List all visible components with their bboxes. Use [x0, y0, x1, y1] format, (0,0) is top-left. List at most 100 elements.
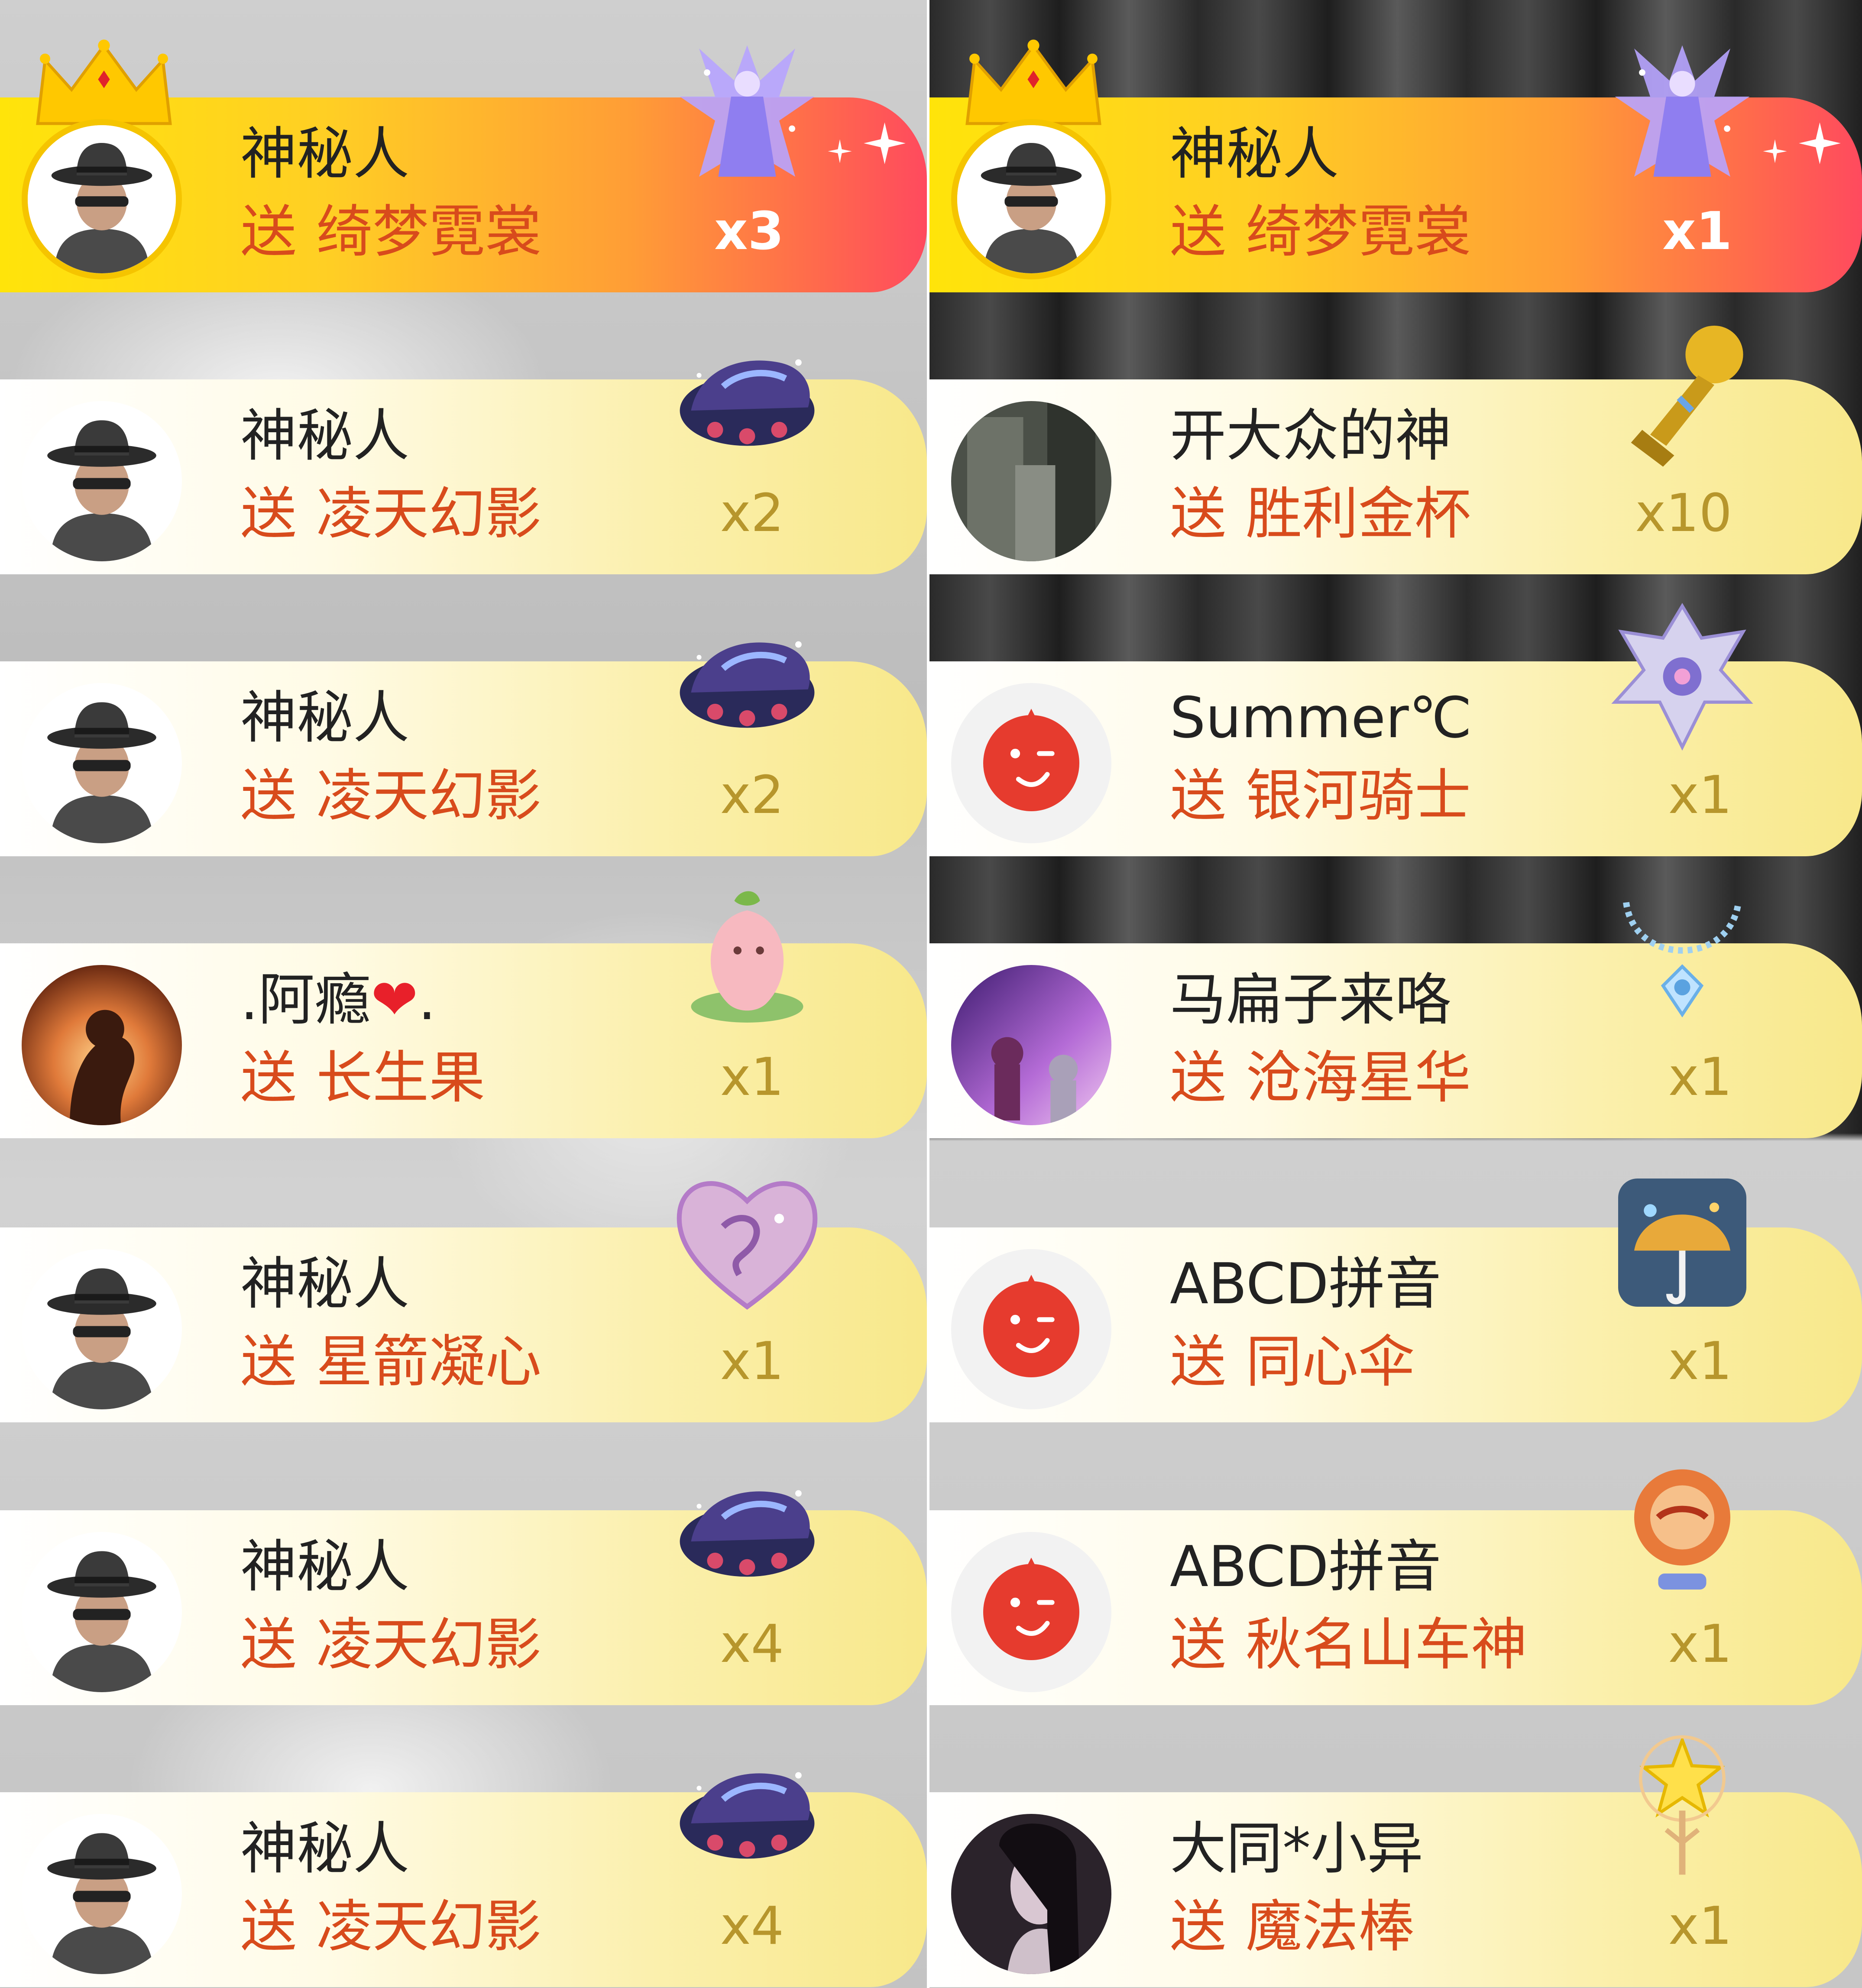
gift-message-row[interactable]: Summer℃ 送银河骑士 x1 — [929, 661, 1862, 856]
sender-name[interactable]: 神秘人 — [240, 1251, 409, 1316]
gift-name: 凌天幻影 — [316, 1612, 542, 1677]
sender-name[interactable]: 马扁子来咯 — [1170, 967, 1451, 1032]
gift-count: x1 — [1668, 1331, 1732, 1392]
sender-name-text: 神秘人 — [240, 1251, 410, 1317]
gift-line: 送同心伞 — [1170, 1329, 1415, 1394]
mystery-avatar[interactable] — [951, 119, 1111, 279]
gift-name: 长生果 — [316, 1045, 486, 1111]
gift-message-row[interactable]: 开大众的神送胜利金杯 x10 — [929, 379, 1862, 574]
send-label: 送 — [240, 481, 297, 547]
red-wink-face-avatar[interactable] — [951, 1249, 1111, 1409]
gift-count: x10 — [1635, 483, 1732, 544]
sender-name[interactable]: 神秘人 — [240, 403, 409, 468]
gift-count: x1 — [1668, 765, 1732, 826]
sender-name[interactable]: 开大众的神 — [1170, 403, 1451, 468]
gift-line: 送凌天幻影 — [240, 1612, 541, 1677]
gift-name: 凌天幻影 — [316, 763, 542, 829]
gift-name: 绮梦霓裳 — [1246, 199, 1471, 265]
send-label: 送 — [240, 763, 297, 829]
mystery-avatar[interactable] — [22, 401, 182, 561]
sender-name[interactable]: 神秘人 — [240, 1534, 409, 1599]
sender-name-text: 神秘人 — [240, 685, 410, 751]
gift-line: 送绮梦霓裳 — [1170, 199, 1471, 264]
mystery-avatar[interactable] — [22, 1814, 182, 1974]
sunset-photo-avatar[interactable] — [22, 965, 182, 1125]
purple-scene-avatar[interactable] — [951, 965, 1111, 1125]
sender-name-text: 神秘人 — [240, 121, 410, 187]
gift-feed-right-column: 神秘人送绮梦霓裳 x1 开大众的神送胜利金杯 x10 Summer℃ 送银河骑士 x1 马扁子… — [929, 0, 1862, 1988]
sender-name-text: 神秘人 — [240, 1534, 410, 1599]
mystery-avatar[interactable] — [22, 1249, 182, 1409]
sender-name-text: 开大众的神 — [1170, 403, 1452, 469]
gift-line: 送长生果 — [240, 1045, 485, 1110]
sender-name[interactable]: 大同*小异 — [1170, 1816, 1423, 1881]
gift-message-row[interactable]: ABCD拼音送同心伞 x1 — [929, 1227, 1862, 1422]
send-label: 送 — [1170, 1612, 1227, 1677]
gift-line: 送银河骑士 — [1170, 763, 1471, 828]
gift-count: x2 — [720, 483, 784, 544]
gift-message-row[interactable]: 神秘人送凌天幻影 x2 — [0, 661, 927, 856]
gift-line: 送星箭凝心 — [240, 1329, 541, 1394]
sender-name[interactable]: 神秘人 — [240, 685, 409, 750]
red-wink-face-avatar[interactable] — [951, 683, 1111, 843]
send-label: 送 — [1170, 199, 1227, 265]
gift-message-row[interactable]: 神秘人送绮梦霓裳 x1 — [929, 97, 1862, 292]
gift-message-row[interactable]: 马扁子来咯送沧海星华 x1 — [929, 943, 1862, 1138]
gift-count: x1 — [1668, 1614, 1732, 1674]
crown-icon — [960, 37, 1107, 128]
mystery-avatar[interactable] — [22, 119, 182, 279]
sender-name[interactable]: Summer℃ — [1170, 685, 1472, 750]
gift-name: 沧海星华 — [1246, 1045, 1471, 1111]
crown-icon — [30, 37, 178, 128]
gift-name: 凌天幻影 — [316, 481, 542, 547]
gift-count: x1 — [720, 1331, 784, 1392]
sender-name[interactable]: 神秘人 — [240, 121, 409, 186]
gift-count: x1 — [720, 1047, 784, 1107]
sender-name-text: ABCD拼音 — [1170, 1534, 1441, 1599]
gift-count: x4 — [720, 1896, 784, 1956]
gift-message-row[interactable]: 大同*小异送魔法棒 x1 — [929, 1792, 1862, 1987]
sender-name[interactable]: 神秘人 — [1170, 121, 1339, 186]
sender-name[interactable]: .阿瘾❤. — [240, 967, 436, 1032]
gift-line: 送凌天幻影 — [240, 1894, 541, 1959]
gift-count: x1 — [1662, 201, 1732, 262]
sports-car-gift-icon — [667, 1445, 827, 1606]
sports-car-gift-icon — [667, 314, 827, 475]
sender-name-text: 神秘人 — [240, 403, 410, 469]
portrait-photo-avatar[interactable] — [951, 1814, 1111, 1974]
mystery-avatar[interactable] — [22, 1532, 182, 1692]
fantasy-dress-gift-icon — [667, 32, 827, 193]
gift-message-row[interactable]: 神秘人送绮梦霓裳 x3 — [0, 97, 927, 292]
racing-badge-gift-icon — [1602, 1445, 1762, 1606]
send-label: 送 — [240, 199, 297, 265]
peach-fruit-gift-icon — [667, 878, 827, 1039]
gift-name: 秋名山车神 — [1246, 1612, 1528, 1677]
gift-message-row[interactable]: ABCD拼音送秋名山车神 x1 — [929, 1510, 1862, 1705]
gift-count: x4 — [720, 1614, 784, 1674]
dark-photo-avatar[interactable] — [951, 401, 1111, 561]
mystery-avatar[interactable] — [22, 683, 182, 843]
send-label: 送 — [1170, 1894, 1227, 1959]
sender-name[interactable]: ABCD拼音 — [1170, 1251, 1441, 1316]
necklace-gift-icon — [1602, 878, 1762, 1039]
gift-count: x1 — [1668, 1896, 1732, 1956]
gift-line: 送胜利金杯 — [1170, 481, 1471, 546]
gift-count: x3 — [714, 201, 784, 262]
crystal-heart-gift-icon — [667, 1162, 827, 1323]
sender-name[interactable]: 神秘人 — [240, 1816, 409, 1881]
sender-name[interactable]: ABCD拼音 — [1170, 1534, 1441, 1599]
gift-message-row[interactable]: .阿瘾❤. 送长生果 x1 — [0, 943, 927, 1138]
gift-line: 送魔法棒 — [1170, 1894, 1415, 1959]
send-label: 送 — [240, 1329, 297, 1395]
gift-message-row[interactable]: 神秘人送凌天幻影 x4 — [0, 1792, 927, 1987]
gift-name: 凌天幻影 — [316, 1894, 542, 1959]
heart-icon: ❤ — [371, 967, 418, 1033]
red-wink-face-avatar[interactable] — [951, 1532, 1111, 1692]
gift-message-row[interactable]: 神秘人送星箭凝心 x1 — [0, 1227, 927, 1422]
sender-name-text: 马扁子来咯 — [1170, 967, 1452, 1033]
sports-car-gift-icon — [667, 596, 827, 757]
send-label: 送 — [1170, 481, 1227, 547]
gift-message-row[interactable]: 神秘人送凌天幻影 x4 — [0, 1510, 927, 1705]
sender-name-text: .阿瘾 — [240, 967, 371, 1033]
gift-message-row[interactable]: 神秘人送凌天幻影 x2 — [0, 379, 927, 574]
